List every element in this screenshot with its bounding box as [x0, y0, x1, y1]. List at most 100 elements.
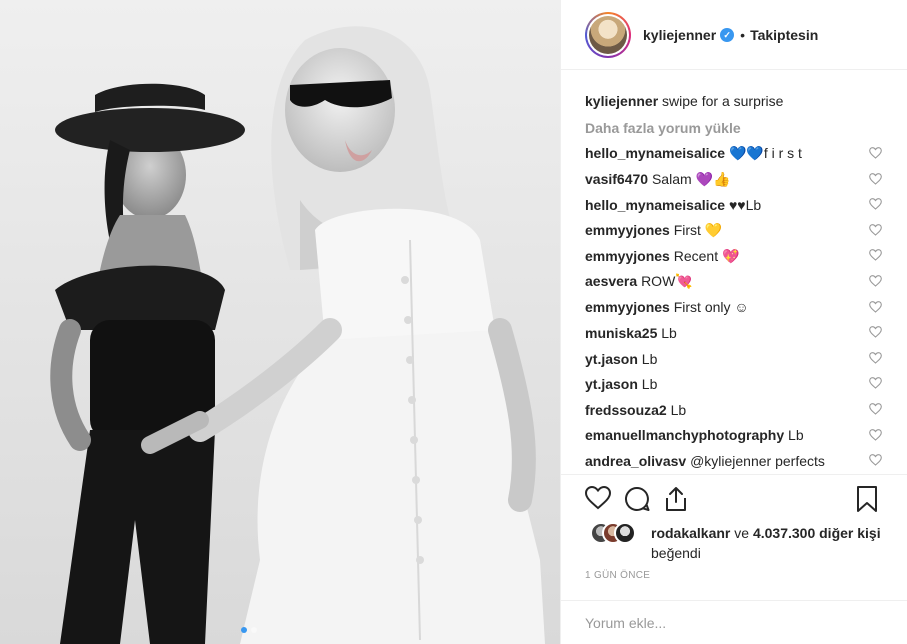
comment-item: yt.jason Lb	[585, 371, 888, 397]
comment-item: emmyyjones First only ☺	[585, 295, 888, 321]
carousel-dot-active	[241, 627, 247, 633]
follow-status-button[interactable]: Takiptesin	[750, 27, 818, 43]
comment-body: yt.jason Lb	[585, 351, 888, 367]
add-comment-bar	[561, 600, 907, 644]
comment-item: emanuellmanchyphotography Lb	[585, 423, 888, 449]
comment-item: aesvera ROW💘	[585, 269, 888, 295]
like-comment-heart-icon[interactable]	[869, 428, 882, 441]
comment-item: emmyyjones First 💛	[585, 218, 888, 244]
comment-item: vasif6470 Salam 💜👍	[585, 167, 888, 193]
comment-username[interactable]: emmyyjones	[585, 299, 670, 315]
comment-text: Recent 💖	[673, 247, 740, 264]
like-comment-heart-icon[interactable]	[869, 351, 882, 364]
comment-body: hello_mynameisalice ♥♥Lb	[585, 197, 888, 213]
like-comment-heart-icon[interactable]	[869, 249, 882, 262]
post-photo[interactable]	[0, 0, 560, 644]
post-header: kyliejenner ✓ • Takiptesin	[561, 0, 907, 70]
comment-item: muniska25 Lb	[585, 320, 888, 346]
first-liker-link[interactable]: rodakalkanr	[651, 525, 730, 541]
comment-username[interactable]: andrea_olivasv	[585, 453, 686, 469]
comment-username[interactable]: vasif6470	[585, 171, 648, 187]
carousel-indicator	[241, 627, 257, 633]
comment-text: Lb	[641, 350, 658, 367]
likes-connector: ve	[734, 525, 750, 541]
comment-text: ♥♥Lb	[728, 196, 762, 213]
comment-body: emmyyjones First 💛	[585, 222, 888, 239]
comment-item: yt.jason Lb	[585, 346, 888, 372]
like-comment-heart-icon[interactable]	[869, 223, 882, 236]
carousel-dot	[251, 627, 257, 633]
comment-username[interactable]: fredssouza2	[585, 402, 667, 418]
like-comment-heart-icon[interactable]	[869, 326, 882, 338]
post-caption: kyliejenner swipe for a surprise	[585, 92, 888, 110]
like-comment-heart-icon[interactable]	[869, 198, 882, 210]
comment-username[interactable]: muniska25	[585, 325, 657, 341]
comment-item: fredssouza2 Lb	[585, 397, 888, 423]
comment-text: 💙💙f i r s t	[728, 145, 802, 162]
comment-body: hello_mynameisalice 💙💙f i r s t	[585, 145, 888, 162]
comment-body: andrea_olivasv @kyliejenner perfects	[585, 453, 888, 469]
liker-avatar	[614, 522, 636, 544]
like-comment-heart-icon[interactable]	[869, 147, 882, 159]
like-comment-heart-icon[interactable]	[869, 377, 882, 390]
username-link[interactable]: kyliejenner	[643, 27, 716, 43]
comment-text: First only ☺	[673, 299, 749, 316]
like-comment-heart-icon[interactable]	[869, 454, 882, 466]
comment-username[interactable]: aesvera	[585, 273, 637, 289]
comment-icon[interactable]	[624, 486, 650, 512]
load-more-comments-button[interactable]: Daha fazla yorum yükle	[585, 119, 888, 137]
post-timestamp[interactable]: 1 GÜN ÖNCE	[585, 570, 650, 581]
likes-count-link[interactable]: 4.037.300 diğer kişi	[753, 525, 881, 541]
comment-input[interactable]	[585, 614, 885, 631]
comment-body: vasif6470 Salam 💜👍	[585, 171, 888, 188]
comments-list[interactable]: kyliejenner swipe for a surprise Daha fa…	[561, 71, 907, 474]
comment-text: ROW💘	[641, 273, 693, 290]
comment-text: Lb	[641, 376, 658, 393]
comment-username[interactable]: yt.jason	[585, 376, 638, 392]
caption-username[interactable]: kyliejenner	[585, 93, 658, 109]
comment-body: yt.jason Lb	[585, 376, 888, 392]
comment-body: emmyyjones Recent 💖	[585, 248, 888, 265]
heart-icon[interactable]	[585, 486, 611, 510]
caption-text: swipe for a surprise	[662, 93, 784, 109]
comment-body: aesvera ROW💘	[585, 273, 888, 290]
comment-text: Lb	[661, 324, 677, 341]
avatar-image	[589, 15, 627, 54]
comment-text: First 💛	[673, 222, 723, 239]
comment-text: Salam 💜👍	[651, 170, 731, 187]
bookmark-icon[interactable]	[856, 485, 878, 513]
comment-username[interactable]: emmyyjones	[585, 248, 670, 264]
comment-item: emmyyjones Recent 💖	[585, 243, 888, 269]
likes-text: rodakalkanr ve 4.037.300 diğer kişi beğe…	[651, 523, 901, 563]
comment-username[interactable]: yt.jason	[585, 351, 638, 367]
instagram-post: kyliejenner ✓ • Takiptesin kyliejenner s…	[0, 0, 907, 644]
comment-username[interactable]: hello_mynameisalice	[585, 197, 725, 213]
comment-rows: hello_mynameisalice 💙💙f i r s t vasif6470…	[585, 141, 888, 474]
comment-body: muniska25 Lb	[585, 325, 888, 341]
avatar[interactable]	[585, 11, 631, 58]
like-comment-heart-icon[interactable]	[869, 403, 882, 415]
comment-username[interactable]: hello_mynameisalice	[585, 145, 725, 161]
comment-body: emanuellmanchyphotography Lb	[585, 427, 888, 443]
photo-illustration	[0, 0, 560, 644]
like-comment-heart-icon[interactable]	[869, 172, 882, 185]
comment-body: emmyyjones First only ☺	[585, 299, 888, 315]
comment-item: andrea_olivasv @kyliejenner perfects	[585, 448, 888, 474]
comment-item: hello_mynameisalice 💙💙f i r s t	[585, 141, 888, 167]
liker-avatars	[590, 522, 650, 544]
like-comment-heart-icon[interactable]	[869, 300, 882, 313]
comment-username[interactable]: emmyyjones	[585, 222, 670, 238]
share-icon[interactable]	[664, 486, 688, 512]
verified-badge-icon: ✓	[720, 27, 735, 42]
comment-text: Lb	[670, 401, 687, 418]
comment-item: hello_mynameisalice ♥♥Lb	[585, 192, 888, 218]
post-side-panel: kyliejenner ✓ • Takiptesin kyliejenner s…	[560, 0, 907, 644]
comment-username[interactable]: emanuellmanchyphotography	[585, 427, 784, 443]
comment-body: fredssouza2 Lb	[585, 402, 888, 418]
like-comment-heart-icon[interactable]	[869, 275, 882, 287]
comment-text: @kyliejenner perfects	[690, 452, 825, 469]
likes-suffix: beğendi	[651, 545, 701, 561]
likes-summary[interactable]: rodakalkanr ve 4.037.300 diğer kişi beğe…	[585, 522, 905, 566]
header-separator: •	[740, 26, 746, 43]
comment-text: Lb	[788, 427, 804, 444]
